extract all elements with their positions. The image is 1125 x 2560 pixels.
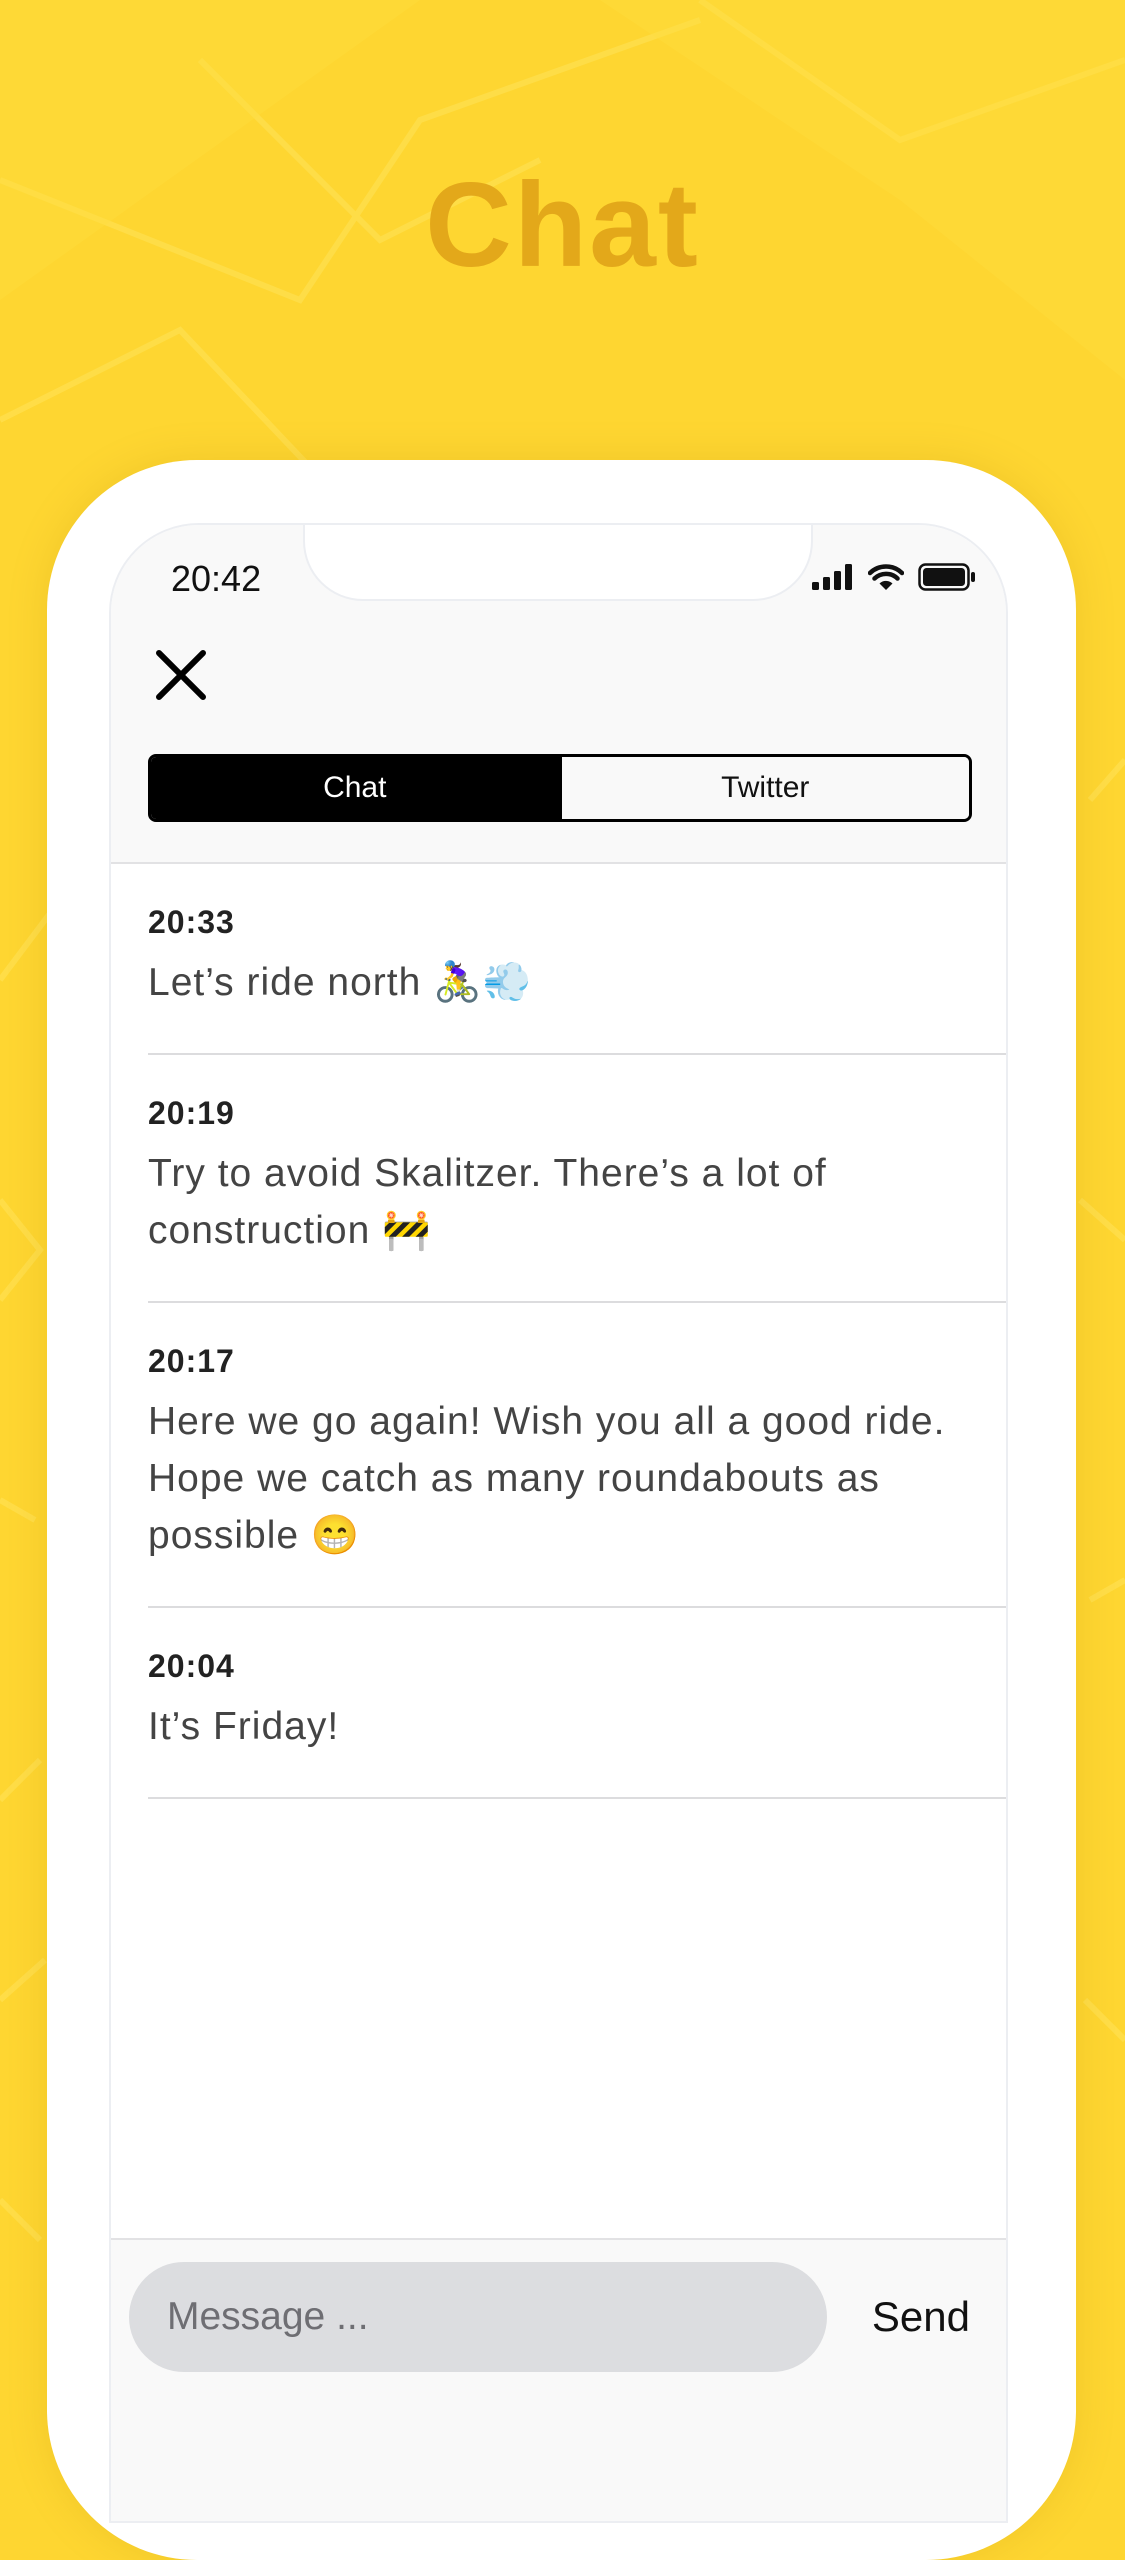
message-item: 20:04 It’s Friday! — [148, 1608, 1006, 1799]
tab-twitter[interactable]: Twitter — [558, 757, 969, 819]
message-text: Here we go again! Wish you all a good ri… — [148, 1400, 946, 1557]
message-time: 20:19 — [148, 1095, 235, 1131]
message-text: Try to avoid Skalitzer. There’s a lot of… — [148, 1152, 827, 1252]
phone-screen: 20:42 Chat Twitter 20:33 Let’s ride nort… — [109, 523, 1008, 2523]
phone-notch — [303, 525, 813, 601]
message-input[interactable] — [129, 2262, 827, 2372]
close-icon — [155, 649, 207, 706]
send-button[interactable]: Send — [872, 2262, 970, 2372]
tab-switcher: Chat Twitter — [148, 754, 972, 822]
battery-icon — [918, 563, 976, 596]
tab-chat[interactable]: Chat — [151, 757, 559, 819]
message-list: 20:33 Let’s ride north 🚴‍♀️💨 20:19 Try t… — [148, 864, 1006, 1799]
message-text: Let’s ride north 🚴‍♀️💨 — [148, 961, 533, 1004]
close-button[interactable] — [149, 645, 213, 709]
message-composer: Send — [111, 2238, 1006, 2521]
message-item: 20:19 Try to avoid Skalitzer. There’s a … — [148, 1055, 1006, 1303]
chat-header: 20:42 Chat Twitter — [111, 525, 1006, 864]
wifi-icon — [867, 563, 905, 596]
signal-bars-icon — [812, 564, 854, 595]
message-time: 20:04 — [148, 1648, 235, 1684]
message-item: 20:17 Here we go again! Wish you all a g… — [148, 1303, 1006, 1608]
message-time: 20:17 — [148, 1343, 235, 1379]
hero-title: Chat — [425, 158, 700, 292]
message-text: It’s Friday! — [148, 1705, 340, 1748]
message-item: 20:33 Let’s ride north 🚴‍♀️💨 — [148, 864, 1006, 1055]
status-time: 20:42 — [171, 558, 262, 599]
message-time: 20:33 — [148, 904, 235, 940]
status-icons — [812, 563, 976, 596]
